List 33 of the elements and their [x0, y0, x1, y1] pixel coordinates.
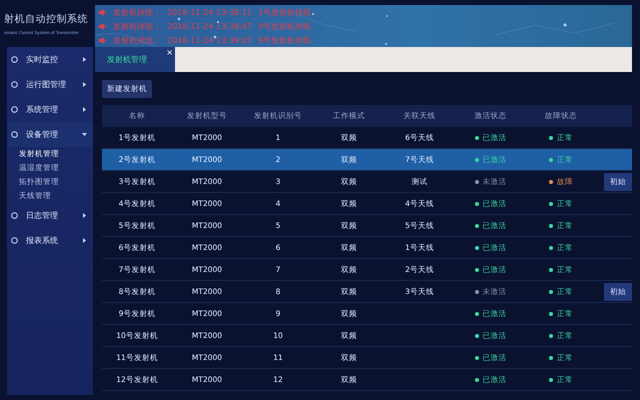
- sidebar-item[interactable]: 系统管理: [7, 97, 93, 122]
- alarm-message: 1号发射机掉线: [258, 6, 312, 18]
- caret-icon: [82, 107, 87, 112]
- speaker-icon: [99, 36, 107, 44]
- caret-icon: [82, 238, 87, 243]
- sidebar-item[interactable]: 实时监控: [7, 47, 93, 72]
- alarm-label: 发射机掉线：: [113, 34, 161, 46]
- speaker-icon: [99, 22, 107, 30]
- alarm-time: 2018-11-24 13:38:11: [167, 8, 252, 16]
- alarm-message: 9号发射机掉线: [258, 34, 312, 46]
- caret-icon: [82, 132, 87, 137]
- alarm-message: 9号发射机掉线: [258, 20, 312, 32]
- alarm-label: 发射机掉线：: [113, 20, 161, 32]
- sidebar-item[interactable]: 报表系统: [7, 228, 93, 253]
- caret-icon: [82, 213, 87, 218]
- sidebar-item[interactable]: 设备管理: [7, 122, 93, 147]
- caret-icon: [82, 57, 87, 62]
- menu-item-icon: [11, 81, 18, 88]
- menu-item-icon: [11, 212, 18, 219]
- app-title: 射机自动控制系统: [4, 12, 89, 26]
- alarm-time: 2018-11-24 13:38:47: [167, 22, 252, 30]
- menu-item-icon: [11, 131, 18, 138]
- alarm-time: 2018-11-24 13:39:07: [167, 36, 252, 44]
- speaker-icon: [99, 8, 107, 16]
- alarm-label: 发射机掉线：: [113, 6, 161, 18]
- caret-icon: [82, 82, 87, 87]
- menu-item-icon: [11, 237, 18, 244]
- sidebar-item[interactable]: 日志管理: [7, 203, 93, 228]
- tab[interactable]: 发射机管理 ×: [95, 47, 175, 72]
- close-icon[interactable]: ×: [166, 48, 173, 57]
- menu-item-icon: [11, 106, 18, 113]
- menu-item-icon: [11, 56, 18, 63]
- sidebar-item[interactable]: 运行图管理: [7, 72, 93, 97]
